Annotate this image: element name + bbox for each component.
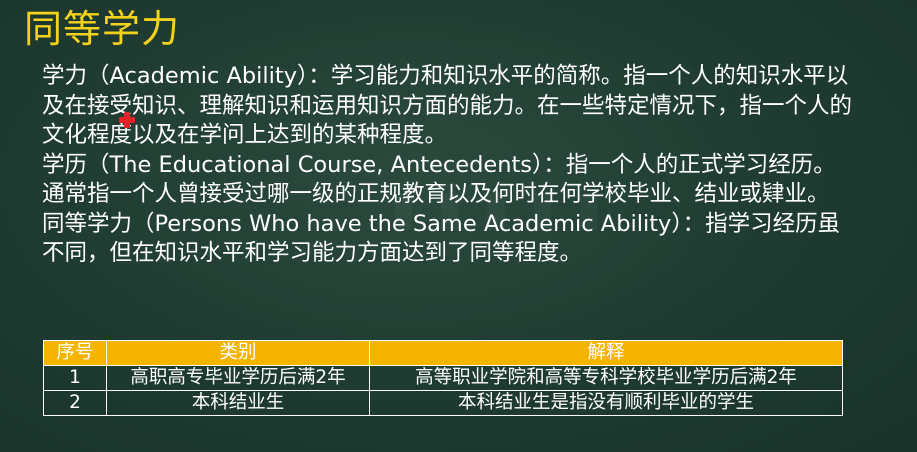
table-cell-index: 1 xyxy=(43,365,107,391)
table-cell-index: 2 xyxy=(43,390,107,416)
table-cell-explanation: 高等职业学院和高等专科学校毕业学历后满2年 xyxy=(369,365,843,391)
paragraph-academic-ability: 学力（Academic Ability）：学习能力和知识水平的简称。指一个人的知… xyxy=(42,63,853,148)
table-row: 1 高职高专毕业学历后满2年 高等职业学院和高等专科学校毕业学历后满2年 xyxy=(43,365,843,391)
header-category: 类别 xyxy=(106,340,370,366)
header-explanation: 解释 xyxy=(369,340,843,366)
table-row: 2 本科结业生 本科结业生是指没有顺利毕业的学生 xyxy=(43,390,843,416)
slide-title: 同等学力 xyxy=(24,7,181,51)
table-cell-explanation: 本科结业生是指没有顺利毕业的学生 xyxy=(369,390,843,416)
table-cell-category: 高职高专毕业学历后满2年 xyxy=(106,365,370,391)
red-plus-cursor-icon xyxy=(119,112,135,128)
table-cell-category: 本科结业生 xyxy=(106,390,370,416)
comparison-table: 序号 类别 解释 1 高职高专毕业学历后满2年 高等职业学院和高等专科学校毕业学… xyxy=(43,340,843,416)
slide-body: 学力（Academic Ability）：学习能力和知识水平的简称。指一个人的知… xyxy=(42,62,852,269)
paragraph-same-academic-ability: 同等学力（Persons Who have the Same Academic … xyxy=(42,210,841,267)
header-index: 序号 xyxy=(43,340,107,366)
paragraph-educational-course: 学历（The Educational Course, Antecedents）：… xyxy=(42,151,836,208)
table-header-row: 序号 类别 解释 xyxy=(43,340,843,366)
